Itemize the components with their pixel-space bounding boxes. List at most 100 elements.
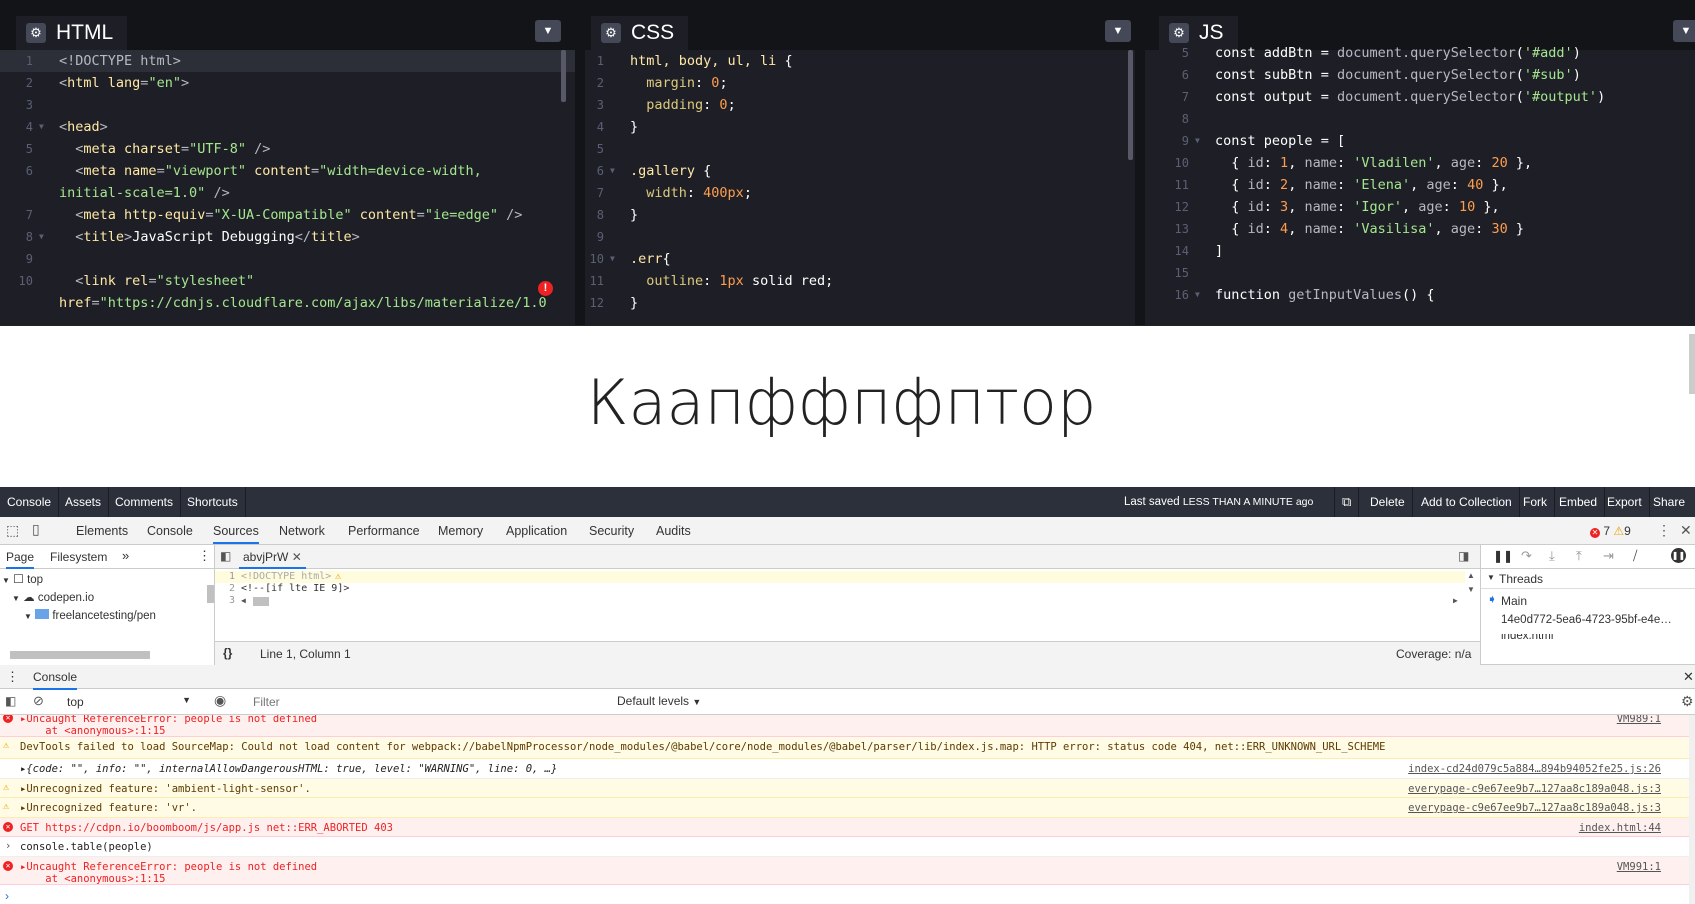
console-button[interactable]: Console [0, 487, 60, 517]
close-icon[interactable]: ✕ [1683, 669, 1694, 685]
error-icon[interactable]: ! [538, 281, 553, 296]
console-message[interactable]: ✕ GET https://cdpn.io/boomboom/js/app.js … [0, 817, 1695, 837]
tree-item-folder[interactable]: ▼ freelancetesting/pen [24, 609, 156, 622]
filter-input[interactable] [245, 693, 610, 711]
console-message[interactable]: ⚠ ▸Unrecognized feature: 'vr'. everypage-c… [0, 798, 1695, 818]
css-code[interactable]: 1 html, body, ul, li {2 margin: 0; 3 paddi… [585, 50, 1135, 314]
default-levels-dropdown[interactable]: Default levels ▼ [617, 694, 701, 708]
share-button[interactable]: Share [1646, 487, 1692, 517]
message-source-link[interactable]: index-cd24d079c5a884…894b94052fe25.js:26 [1408, 763, 1661, 775]
fold-icon[interactable]: ▼ [39, 116, 44, 138]
tab-application[interactable]: Application [506, 524, 567, 538]
step-icon[interactable]: ⇥ [1603, 548, 1614, 564]
tree-item-codepen[interactable]: ▼ ☁ codepen.io [12, 590, 94, 604]
assets-button[interactable]: Assets [58, 487, 110, 517]
fork-button[interactable]: Fork [1516, 487, 1555, 517]
console-message[interactable]: ▸{code: "", info: "", internalAllowDange… [0, 759, 1695, 779]
drawer-tab-console[interactable]: Console [33, 670, 78, 690]
pause-icon[interactable]: ❚❚ [1493, 549, 1513, 563]
scroll-right-icon[interactable]: ▶ [1453, 595, 1458, 607]
tab-audits[interactable]: Audits [656, 524, 691, 538]
scrollbar[interactable] [561, 50, 566, 102]
tab-memory[interactable]: Memory [438, 524, 483, 538]
message-source-link[interactable]: VM991:1 [1617, 861, 1661, 873]
file-tab[interactable]: abvjPrW ✕ [239, 550, 306, 569]
tab-sources[interactable]: Sources [213, 524, 259, 544]
scrollbar[interactable] [1689, 715, 1695, 904]
v-scrollbar[interactable] [207, 585, 214, 603]
embed-button[interactable]: Embed [1552, 487, 1606, 517]
more-options-icon[interactable]: ⋮ [198, 548, 211, 564]
add-to-collection-button[interactable]: Add to Collection [1414, 487, 1520, 517]
tab-performance[interactable]: Performance [348, 524, 420, 538]
console-message[interactable]: ⚠ DevTools failed to load SourceMap: Coul… [0, 737, 1695, 759]
pause-on-exceptions-icon[interactable]: ❚❚ [1671, 548, 1686, 563]
inspect-icon[interactable]: ⬚ [6, 522, 19, 539]
device-toggle-icon[interactable]: ▯ [32, 521, 40, 538]
scroll-down-icon[interactable]: ▼ [1467, 585, 1475, 594]
chevron-down-icon[interactable]: ▼ [1105, 20, 1131, 42]
step-out-icon[interactable]: ⤒ [1576, 548, 1582, 564]
more-tabs-icon[interactable]: » [122, 548, 129, 563]
external-link-icon[interactable]: ⧉ [1334, 487, 1360, 517]
tab-security[interactable]: Security [589, 524, 634, 538]
gear-icon[interactable]: ⚙ [601, 23, 621, 43]
sidebar-toggle-icon[interactable]: ◧ [220, 549, 231, 563]
tree-item-top[interactable]: ▼ ☐ top [2, 572, 43, 586]
step-into-icon[interactable]: ⤓ [1549, 548, 1555, 564]
more-options-icon[interactable]: ⋮ [6, 669, 19, 685]
h-scrollbar[interactable] [10, 651, 150, 659]
message-source-link[interactable]: VM989:1 [1617, 715, 1661, 725]
sidebar-toggle-icon[interactable]: ◧ [5, 694, 16, 708]
source-lines[interactable]: 1 <!DOCTYPE html> ⚠ 2 <!--[if lte IE 9]> 3 ◀… [215, 571, 1465, 607]
debugger-toggle-icon[interactable]: ◨ [1458, 549, 1469, 563]
console-message[interactable]: ⚠ ▸Unrecognized feature: 'ambient-light-s… [0, 778, 1695, 798]
console-prompt[interactable]: › [5, 889, 9, 903]
h-scrollbar[interactable] [253, 597, 269, 606]
tab-filesystem[interactable]: Filesystem [50, 550, 107, 564]
thread-item-main[interactable]: ➧ Main [1481, 590, 1695, 610]
message-source-link[interactable]: everypage-c9e67ee9b7…127aa8c189a048.js:3 [1408, 802, 1661, 814]
delete-button[interactable]: Delete [1363, 487, 1413, 517]
tab-network[interactable]: Network [279, 524, 325, 538]
scroll-up-icon[interactable]: ▲ [1467, 571, 1475, 580]
threads-header[interactable]: ▼ Threads [1481, 569, 1695, 589]
fold-icon[interactable]: ▼ [1195, 284, 1200, 306]
console-message[interactable]: ✕ ▸Uncaught ReferenceError: people is not… [0, 856, 1695, 885]
chevron-down-icon[interactable]: ▼ [535, 20, 561, 42]
fold-icon[interactable]: ▼ [610, 248, 615, 270]
tab-page[interactable]: Page [6, 550, 35, 569]
console-message[interactable]: › console.table(people) [0, 837, 1695, 857]
message-source-link[interactable]: index.html:44 [1579, 822, 1661, 834]
close-icon[interactable]: ✕ [1680, 522, 1692, 539]
tab-console[interactable]: Console [147, 524, 193, 538]
thread-item[interactable]: index.html [1501, 634, 1553, 642]
comments-button[interactable]: Comments [108, 487, 182, 517]
chevron-down-icon[interactable]: ▼ [1673, 20, 1695, 42]
deactivate-breakpoints-icon[interactable]: ⧸ [1633, 548, 1637, 564]
console-message[interactable]: ✕ ▸Uncaught ReferenceError: people is not… [0, 715, 1695, 737]
scrollbar[interactable] [1128, 50, 1133, 160]
step-over-icon[interactable]: ↷ [1521, 548, 1532, 564]
message-source-link[interactable]: everypage-c9e67ee9b7…127aa8c189a048.js:3 [1408, 783, 1661, 795]
context-selector[interactable]: top ▼ [62, 693, 197, 711]
shortcuts-button[interactable]: Shortcuts [180, 487, 246, 517]
js-code[interactable]: 5 const addBtn = document.querySelector('… [1145, 42, 1695, 306]
more-options-icon[interactable]: ⋮ [1657, 522, 1671, 539]
scroll-left-icon[interactable]: ◀ [241, 595, 246, 607]
export-button[interactable]: Export [1600, 487, 1650, 517]
fold-icon[interactable]: ▼ [1195, 130, 1200, 152]
error-count[interactable]: ✕ 7 ⚠9 [1590, 524, 1631, 538]
clear-console-icon[interactable]: ⊘ [33, 693, 44, 709]
thread-item[interactable]: 14e0d772-5ea6-4723-95bf-e4e… [1501, 614, 1672, 626]
eye-icon[interactable]: ◉ [214, 692, 226, 709]
fold-icon[interactable]: ▼ [39, 226, 44, 248]
pretty-print-icon[interactable]: {} [223, 646, 232, 660]
scrollbar[interactable] [1689, 334, 1695, 394]
gear-icon[interactable]: ⚙ [26, 23, 46, 43]
fold-icon[interactable]: ▼ [610, 160, 615, 182]
gear-icon[interactable]: ⚙ [1681, 693, 1694, 710]
html-code[interactable]: 1 <!DOCTYPE html> 2 <html lang="en"> 3 4 ▼ <hea… [0, 50, 575, 314]
tab-elements[interactable]: Elements [76, 524, 128, 538]
close-icon[interactable]: ✕ [292, 550, 302, 564]
